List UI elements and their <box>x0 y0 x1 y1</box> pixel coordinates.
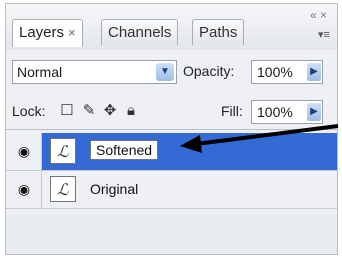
annotation-arrow <box>180 124 339 153</box>
annotation-arrow-line <box>195 124 339 146</box>
annotation-arrow-head <box>180 135 202 153</box>
